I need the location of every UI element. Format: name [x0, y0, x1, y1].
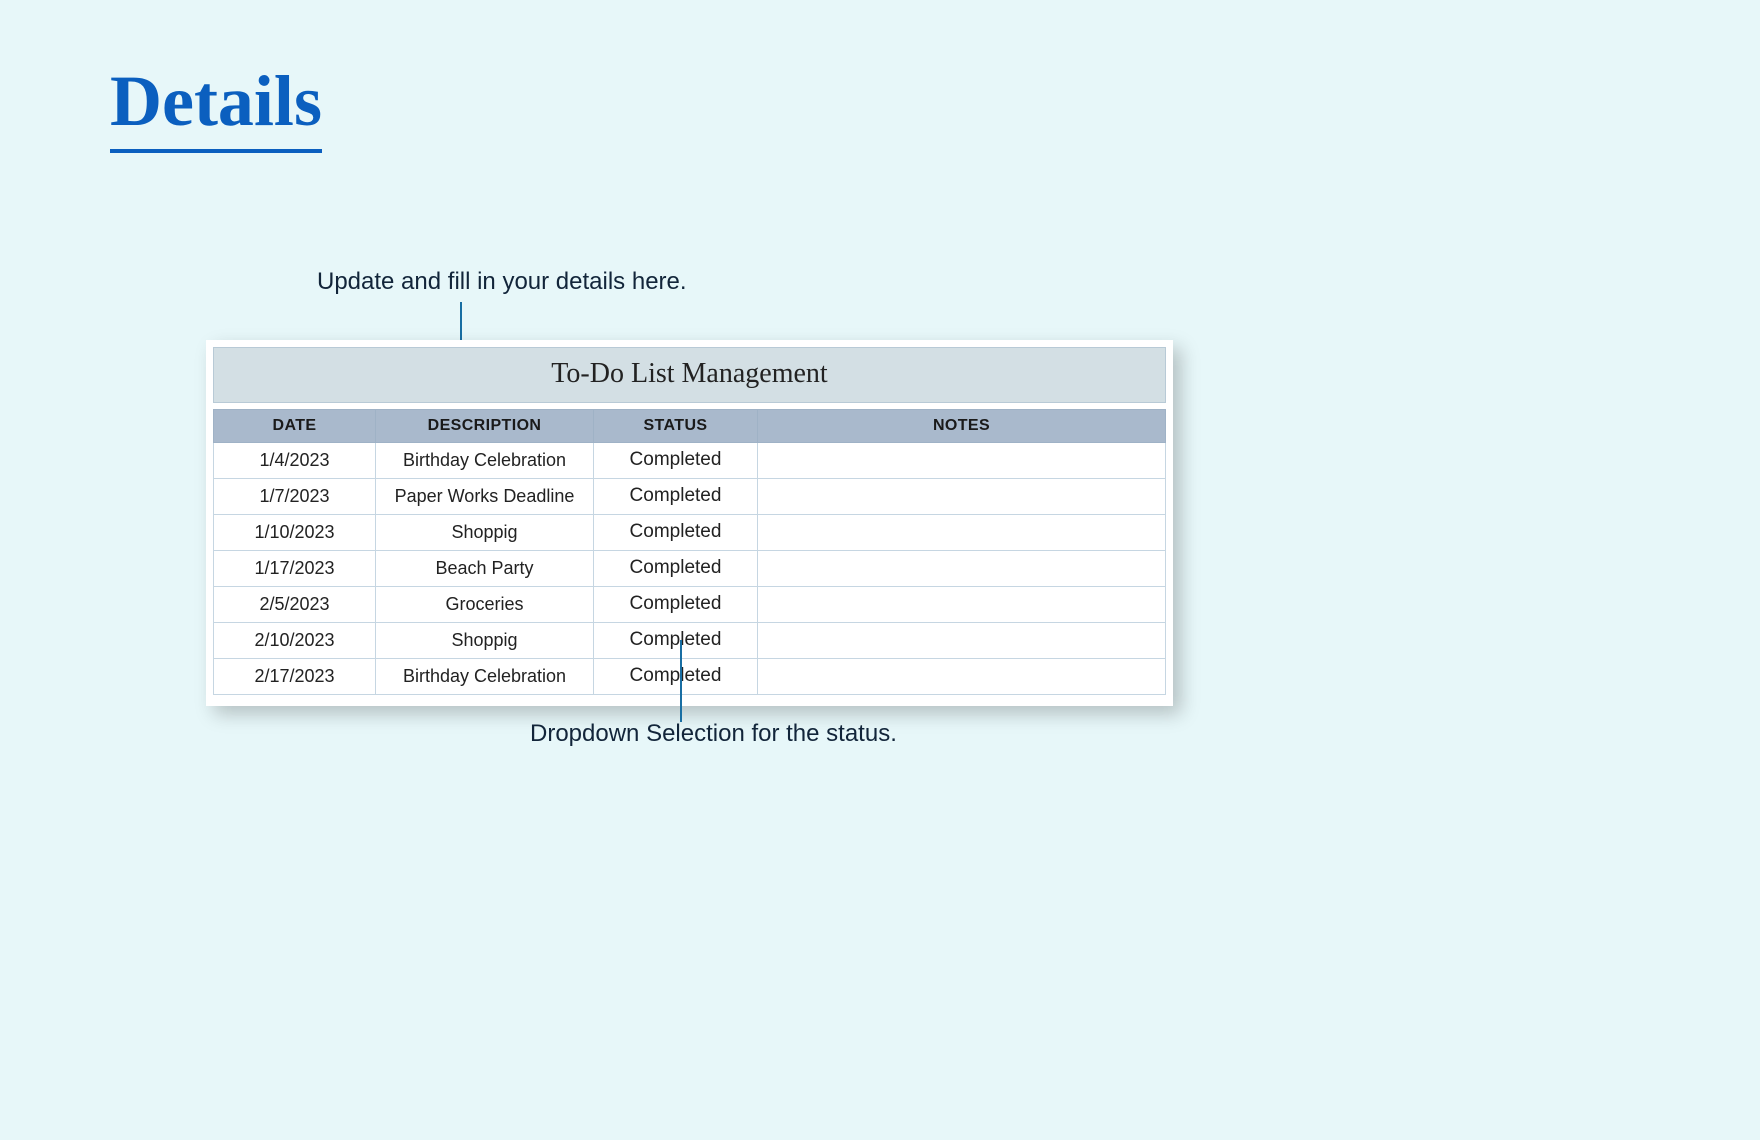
table-row: 1/10/2023 Shoppig Completed — [214, 515, 1166, 551]
cell-status[interactable]: Completed — [594, 479, 758, 515]
cell-status[interactable]: Completed — [594, 515, 758, 551]
page-title: Details — [110, 60, 322, 153]
cell-notes[interactable] — [758, 515, 1166, 551]
table-row: 2/5/2023 Groceries Completed — [214, 587, 1166, 623]
cell-date[interactable]: 1/4/2023 — [214, 443, 376, 479]
cell-description[interactable]: Shoppig — [376, 515, 594, 551]
cell-notes[interactable] — [758, 551, 1166, 587]
cell-status[interactable]: Completed — [594, 587, 758, 623]
table-row: 1/17/2023 Beach Party Completed — [214, 551, 1166, 587]
cell-status[interactable]: Completed — [594, 443, 758, 479]
cell-description[interactable]: Birthday Celebration — [376, 443, 594, 479]
cell-date[interactable]: 2/17/2023 — [214, 659, 376, 695]
cell-description[interactable]: Paper Works Deadline — [376, 479, 594, 515]
todo-table: DATE DESCRIPTION STATUS NOTES 1/4/2023 B… — [213, 409, 1166, 695]
cell-status[interactable]: Completed — [594, 623, 758, 659]
cell-description[interactable]: Beach Party — [376, 551, 594, 587]
cell-date[interactable]: 1/10/2023 — [214, 515, 376, 551]
cell-notes[interactable] — [758, 443, 1166, 479]
cell-notes[interactable] — [758, 587, 1166, 623]
spreadsheet-panel: To-Do List Management DATE DESCRIPTION S… — [206, 340, 1173, 706]
table-row: 2/10/2023 Shoppig Completed — [214, 623, 1166, 659]
col-header-status: STATUS — [594, 410, 758, 443]
cell-description[interactable]: Shoppig — [376, 623, 594, 659]
col-header-notes: NOTES — [758, 410, 1166, 443]
cell-notes[interactable] — [758, 479, 1166, 515]
table-row: 1/7/2023 Paper Works Deadline Completed — [214, 479, 1166, 515]
cell-date[interactable]: 2/5/2023 — [214, 587, 376, 623]
col-header-date: DATE — [214, 410, 376, 443]
cell-notes[interactable] — [758, 659, 1166, 695]
table-header-row: DATE DESCRIPTION STATUS NOTES — [214, 410, 1166, 443]
cell-date[interactable]: 1/7/2023 — [214, 479, 376, 515]
table-row: 1/4/2023 Birthday Celebration Completed — [214, 443, 1166, 479]
cell-description[interactable]: Birthday Celebration — [376, 659, 594, 695]
cell-status[interactable]: Completed — [594, 659, 758, 695]
cell-status[interactable]: Completed — [594, 551, 758, 587]
cell-notes[interactable] — [758, 623, 1166, 659]
sheet-title: To-Do List Management — [213, 347, 1166, 403]
cell-date[interactable]: 2/10/2023 — [214, 623, 376, 659]
annotation-bottom: Dropdown Selection for the status. — [530, 720, 897, 748]
annotation-top: Update and fill in your details here. — [317, 268, 687, 296]
connector-line-bottom — [680, 640, 682, 722]
cell-date[interactable]: 1/17/2023 — [214, 551, 376, 587]
col-header-description: DESCRIPTION — [376, 410, 594, 443]
table-row: 2/17/2023 Birthday Celebration Completed — [214, 659, 1166, 695]
cell-description[interactable]: Groceries — [376, 587, 594, 623]
